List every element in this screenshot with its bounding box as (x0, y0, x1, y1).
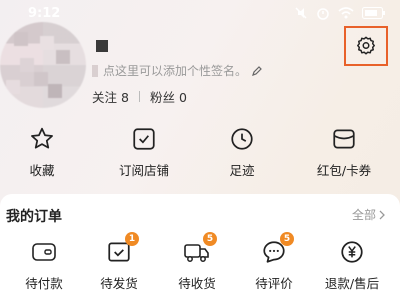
edit-pencil-icon[interactable] (251, 65, 263, 77)
mute-icon (295, 7, 307, 19)
favorites-label: 收藏 (29, 163, 55, 178)
coupons-label: 红包/卡券 (316, 163, 372, 178)
wallet-icon (32, 243, 56, 261)
avatar[interactable] (0, 22, 86, 108)
order-pending-receipt-badge: 5 (203, 232, 217, 246)
order-pending-payment-label: 待付款 (25, 276, 63, 291)
star-icon (31, 127, 53, 149)
order-pending-shipment-label: 待发货 (100, 276, 138, 291)
coupon-icon (333, 129, 355, 149)
signature-text: 点这里可以添加个性签名。 (103, 64, 248, 78)
order-pending-receipt[interactable]: 5 待收货 (157, 232, 237, 292)
coupons-button[interactable]: 红包/卡券 (294, 124, 394, 179)
order-pending-shipment-badge: 1 (125, 232, 139, 246)
orders-title: 我的订单 (6, 209, 62, 225)
following-count: 8 (121, 90, 129, 105)
footprint-label: 足迹 (229, 163, 255, 178)
username-redacted (96, 40, 108, 52)
settings-button[interactable] (344, 26, 388, 66)
order-pending-review-label: 待评价 (255, 276, 293, 291)
fans-link[interactable]: 粉丝 0 (150, 87, 187, 106)
chevron-right-icon (379, 210, 385, 219)
refund-icon (341, 241, 363, 263)
wifi-icon (338, 7, 354, 19)
follow-stats: 关注 8 粉丝 0 (92, 87, 187, 106)
order-pending-review[interactable]: 5 待评价 (234, 232, 314, 292)
alarm-icon (317, 8, 329, 20)
order-pending-review-badge: 5 (280, 232, 294, 246)
favorites-button[interactable]: 收藏 (0, 124, 92, 179)
signature[interactable]: 点这里可以添加个性签名。 (92, 62, 263, 79)
order-pending-shipment[interactable]: 1 待发货 (79, 232, 159, 292)
clock-icon (231, 128, 253, 150)
following-link[interactable]: 关注 8 (92, 87, 129, 106)
orders-all-label: 全部 (351, 208, 376, 222)
quick-actions: 收藏 订阅店铺 足迹 红包/卡券 (0, 124, 400, 182)
redacted-mark (92, 64, 98, 77)
order-refund-aftersale[interactable]: 退款/售后 (312, 238, 392, 292)
fans-label: 粉丝 (149, 90, 175, 105)
footprint-button[interactable]: 足迹 (192, 124, 292, 179)
status-bar: 9:12 (0, 0, 400, 24)
order-refund-aftersale-label: 退款/售后 (324, 276, 380, 291)
battery-icon (362, 7, 385, 19)
orders-card: 我的订单 全部 待付款 1 待发货 5 待收货 5 待评价 退款/售后 (0, 194, 400, 302)
fans-count: 0 (178, 90, 187, 105)
status-icons (294, 6, 386, 20)
gear-icon (357, 36, 375, 55)
order-pending-payment[interactable]: 待付款 (4, 238, 84, 292)
divider (138, 91, 140, 102)
orders-all-link[interactable]: 全部 (352, 206, 386, 223)
status-time: 9:12 (28, 6, 61, 21)
subscribed-stores-label: 订阅店铺 (118, 163, 169, 178)
subscribed-stores-button[interactable]: 订阅店铺 (94, 124, 194, 179)
following-label: 关注 (92, 90, 118, 105)
order-pending-receipt-label: 待收货 (178, 276, 216, 291)
store-check-icon (133, 128, 155, 150)
